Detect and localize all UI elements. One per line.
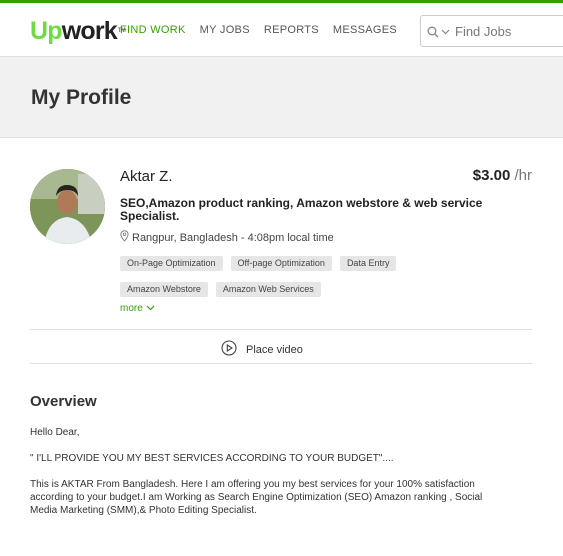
location-line: Rangpur, Bangladesh - 4:08pm local time (120, 230, 334, 245)
logo-up: Up (30, 17, 63, 45)
skill-tag[interactable]: Amazon Web Services (215, 282, 321, 297)
profile-card: Aktar Z. $3.00 /hr SEO,Amazon product ra… (0, 137, 563, 556)
overview-heading: Overview (30, 393, 97, 410)
skill-tag[interactable]: On-Page Optimization (120, 256, 223, 271)
skill-tag[interactable]: Off-page Optimization (230, 256, 332, 271)
divider (30, 329, 532, 330)
nav-reports[interactable]: REPORTS (264, 24, 319, 36)
nav-my-jobs[interactable]: MY JOBS (200, 24, 250, 36)
location-text: Rangpur, Bangladesh - 4:08pm local time (132, 231, 334, 244)
hourly-rate: $3.00 /hr (473, 167, 532, 184)
rate-unit: /hr (514, 167, 532, 184)
main-nav: FIND WORK MY JOBS REPORTS MESSAGES (120, 24, 397, 36)
more-skills-link[interactable]: more (120, 303, 155, 314)
logo-work: work (61, 17, 118, 45)
page-title: My Profile (31, 86, 132, 109)
upwork-logo[interactable]: UpworkTM (30, 16, 126, 46)
overview-text: Hello Dear, " I'LL PROVIDE YOU MY BEST S… (30, 426, 510, 530)
profile-name: Aktar Z. (120, 168, 173, 185)
location-pin-icon (120, 230, 129, 245)
rate-amount: $3.00 (472, 167, 511, 184)
place-video-button[interactable]: Place video (221, 340, 303, 359)
profile-headline: SEO,Amazon product ranking, Amazon webst… (120, 196, 483, 223)
chevron-down-icon[interactable] (441, 22, 450, 40)
top-navbar: UpworkTM FIND WORK MY JOBS REPORTS MESSA… (0, 0, 563, 57)
overview-paragraph: " I'LL PROVIDE YOU MY BEST SERVICES ACCO… (30, 453, 394, 464)
avatar[interactable] (30, 169, 105, 244)
overview-paragraph: Hello Dear, (30, 427, 80, 438)
play-icon (221, 340, 237, 359)
skill-tag[interactable]: Data Entry (339, 256, 397, 271)
skill-tag[interactable]: Amazon Webstore (120, 282, 208, 297)
place-video-label: Place video (246, 343, 303, 356)
search-icon[interactable] (427, 25, 439, 38)
more-label: more (120, 303, 143, 314)
chevron-down-icon (146, 303, 155, 314)
overview-paragraph: This is AKTAR From Bangladesh. Here I am… (30, 479, 483, 516)
divider (30, 363, 532, 364)
nav-find-work[interactable]: FIND WORK (120, 24, 186, 36)
nav-messages[interactable]: MESSAGES (333, 24, 397, 36)
search-input[interactable] (455, 23, 555, 39)
skills-list: On-Page Optimization Off-page Optimizati… (120, 256, 440, 297)
search-box[interactable] (420, 15, 563, 47)
